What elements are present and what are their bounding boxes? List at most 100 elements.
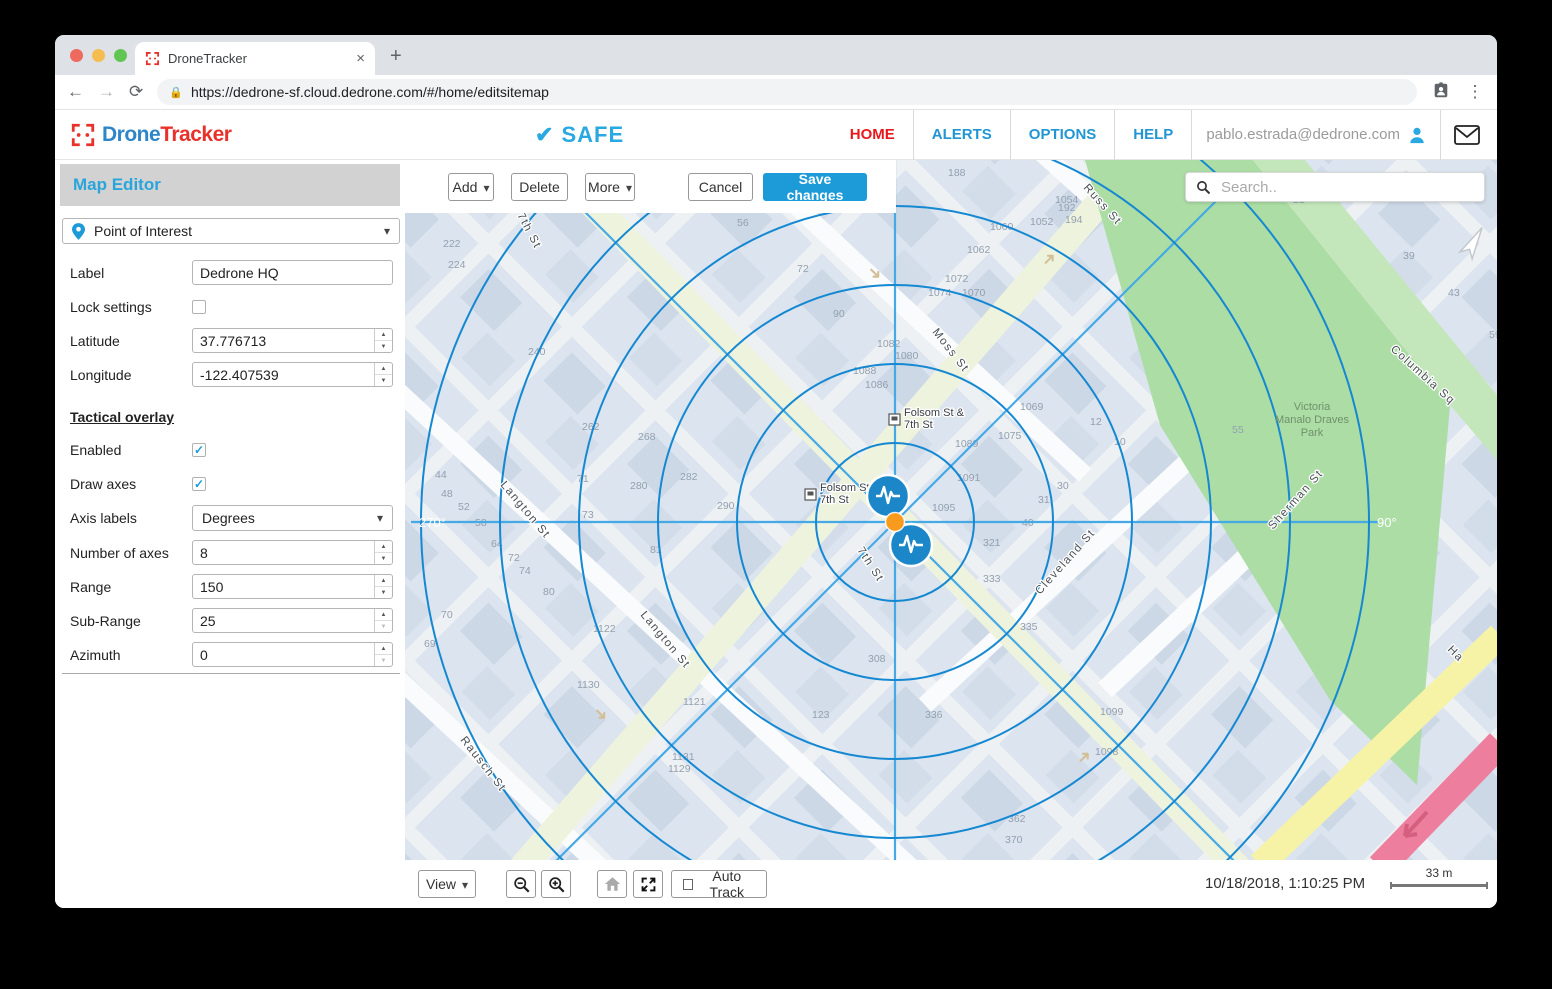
map-pin-icon — [72, 223, 85, 240]
auto-track-toggle[interactable]: Auto Track — [671, 870, 767, 898]
more-button[interactable]: More — [585, 173, 635, 201]
zoom-out-button[interactable] — [506, 870, 536, 898]
panel-title: Map Editor — [60, 164, 400, 206]
nav-help[interactable]: HELP — [1115, 126, 1191, 143]
num-axes-field[interactable] — [192, 540, 393, 565]
lock-settings-checkbox[interactable] — [192, 300, 206, 314]
building-number: 70 — [441, 609, 453, 621]
zoom-window-button[interactable] — [114, 49, 127, 62]
browser-toolbar: ← → ⟳ 🔒 https://dedrone-sf.cloud.dedrone… — [55, 75, 1497, 110]
building-number: 1095 — [932, 502, 956, 514]
enabled-checkbox[interactable]: ✓ — [192, 443, 206, 457]
back-icon[interactable]: ← — [67, 82, 84, 102]
field-row-range: Range — [70, 574, 393, 599]
range-stepper[interactable] — [374, 575, 392, 598]
longitude-stepper[interactable] — [374, 363, 392, 386]
transit-stop-label: Folsom St & — [904, 407, 965, 419]
axis-labels-select[interactable]: Degrees — [192, 505, 393, 531]
save-changes-button[interactable]: Save changes — [763, 173, 867, 201]
building-number: 224 — [448, 259, 466, 271]
url-text[interactable]: https://dedrone-sf.cloud.dedrone.com/#/h… — [191, 84, 549, 100]
zoom-in-button[interactable] — [541, 870, 571, 898]
field-row-num-axes: Number of axes — [70, 540, 393, 565]
envelope-icon — [1453, 123, 1481, 147]
dronetracker-favicon — [145, 51, 160, 66]
home-icon — [604, 876, 621, 892]
sub-range-stepper[interactable] — [374, 609, 392, 632]
sub-range-field[interactable] — [192, 608, 393, 633]
field-row-axis-labels: Axis labels Degrees — [70, 505, 393, 531]
field-row-label: Label — [70, 260, 393, 285]
address-bar[interactable]: 🔒 https://dedrone-sf.cloud.dedrone.com/#… — [157, 79, 1417, 105]
panel-divider — [62, 673, 400, 674]
building-number: 55 — [1232, 424, 1244, 436]
search-input[interactable] — [1221, 179, 1474, 196]
azimuth-stepper[interactable] — [374, 643, 392, 666]
home-view-button[interactable] — [597, 870, 627, 898]
map-svg[interactable]: ➜➜➜➜ 22222424044485258647274807069262268… — [405, 160, 1497, 860]
nav-home[interactable]: HOME — [832, 126, 913, 143]
user-email[interactable]: pablo.estrada@dedrone.com — [1206, 126, 1400, 143]
num-axes-stepper[interactable] — [374, 541, 392, 564]
map-toolbar: Add Delete More Cancel Save changes — [405, 160, 896, 213]
latitude-stepper[interactable] — [374, 329, 392, 352]
field-row-sub-range: Sub-Range — [70, 608, 393, 633]
scale-label: 33 m — [1390, 866, 1488, 880]
field-row-lock: Lock settings — [70, 294, 393, 319]
fullscreen-button[interactable] — [633, 870, 663, 898]
forward-icon[interactable]: → — [98, 82, 115, 102]
nav-alerts[interactable]: ALERTS — [914, 126, 1010, 143]
delete-button[interactable]: Delete — [511, 173, 568, 201]
close-window-button[interactable] — [70, 49, 83, 62]
app-header: DroneTracker ✔ SAFE HOME ALERTS OPTIONS … — [55, 110, 1497, 160]
minimize-window-button[interactable] — [92, 49, 105, 62]
latitude-field[interactable] — [192, 328, 393, 353]
building-number: 1069 — [1020, 401, 1044, 413]
tab-close-icon[interactable]: × — [356, 50, 365, 67]
logo-text-drone: Drone — [102, 123, 160, 146]
new-tab-button[interactable]: + — [390, 45, 402, 68]
tab-strip: DroneTracker × + — [55, 35, 1497, 75]
poi-marker[interactable] — [886, 513, 905, 532]
map-timestamp: 10/18/2018, 1:10:25 PM — [1205, 875, 1365, 892]
building-number: 1099 — [1100, 706, 1124, 718]
building-number: 262 — [582, 421, 600, 433]
map-canvas[interactable]: ➜➜➜➜ 22222424044485258647274807069262268… — [405, 160, 1497, 860]
add-button[interactable]: Add — [448, 173, 494, 201]
building-number: 69 — [424, 638, 436, 650]
auto-track-label: Auto Track — [699, 868, 755, 900]
transit-stop-label: 7th St — [904, 419, 933, 431]
label-field[interactable] — [192, 260, 393, 285]
azimuth-field[interactable] — [192, 642, 393, 667]
browser-tab[interactable]: DroneTracker × — [135, 42, 375, 75]
label-field-label: Label — [70, 265, 192, 281]
building-number: 1080 — [895, 350, 919, 362]
user-menu[interactable]: pablo.estrada@dedrone.com — [1192, 126, 1440, 144]
profile-badge-icon[interactable] — [1431, 81, 1451, 104]
field-row-draw-axes: Draw axes ✓ — [70, 471, 393, 496]
chrome-menu-icon[interactable]: ⋮ — [1465, 82, 1485, 102]
chevron-down-icon — [462, 876, 468, 892]
building-number: 1082 — [877, 338, 901, 350]
building-number: 56 — [737, 217, 749, 229]
map-scale: 33 m — [1390, 866, 1488, 889]
field-row-latitude: Latitude — [70, 328, 393, 353]
cancel-button[interactable]: Cancel — [688, 173, 753, 201]
longitude-field[interactable] — [192, 362, 393, 387]
range-field[interactable] — [192, 574, 393, 599]
reload-icon[interactable]: ⟳ — [129, 82, 143, 102]
map-search[interactable] — [1185, 172, 1485, 202]
mail-button[interactable] — [1441, 123, 1497, 147]
scale-bar — [1390, 882, 1488, 889]
building-number: 72 — [797, 263, 809, 275]
sensor-marker[interactable] — [867, 475, 909, 517]
poi-type-select[interactable]: Point of Interest — [62, 218, 400, 244]
field-row-longitude: Longitude — [70, 362, 393, 387]
view-button[interactable]: View — [418, 870, 476, 898]
draw-axes-checkbox[interactable]: ✓ — [192, 477, 206, 491]
traffic-lights[interactable] — [70, 49, 127, 62]
building-number: 1129 — [668, 763, 691, 775]
nav-options[interactable]: OPTIONS — [1011, 126, 1115, 143]
lock-settings-label: Lock settings — [70, 299, 192, 315]
building-number: 370 — [1005, 834, 1023, 846]
